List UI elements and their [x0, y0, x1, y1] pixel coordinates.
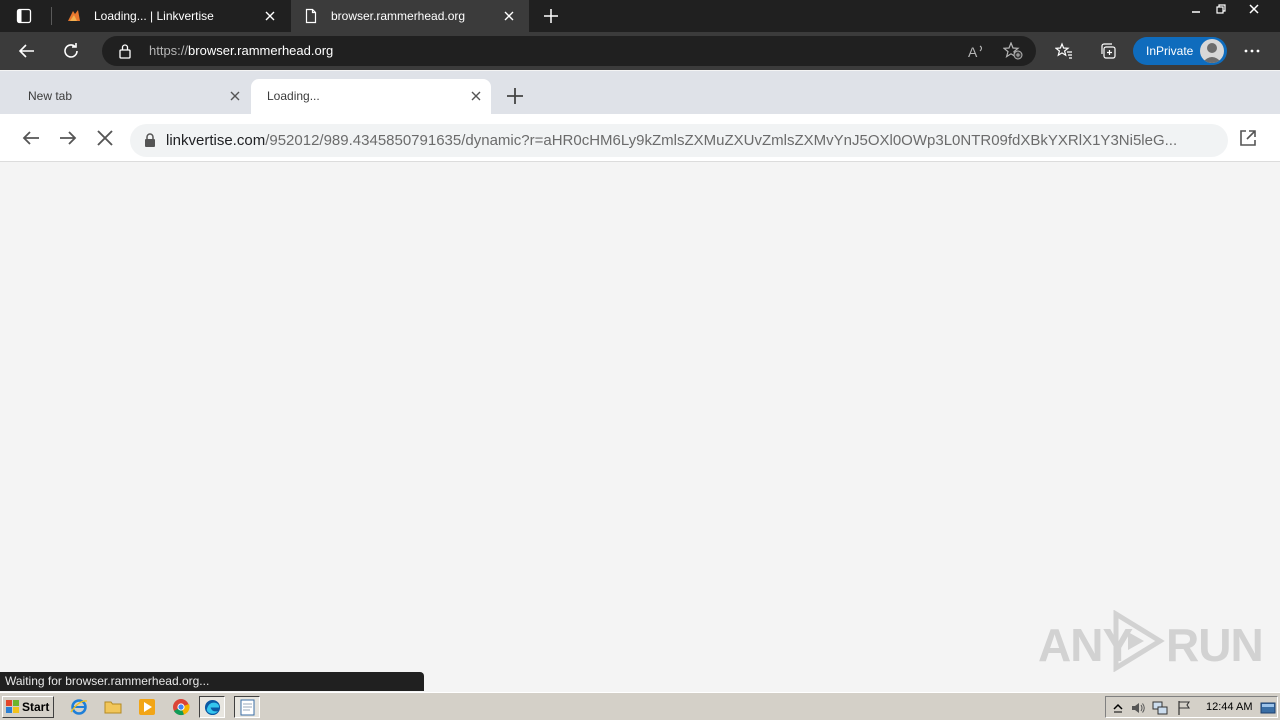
favorites-icon — [1055, 42, 1072, 59]
reload-icon — [64, 43, 78, 58]
close-icon — [1249, 4, 1259, 14]
inprivate-label: InPrivate — [1146, 44, 1194, 58]
start-label: Start — [22, 700, 50, 714]
restore-icon — [1216, 4, 1226, 14]
close-icon[interactable] — [228, 89, 242, 103]
address-bar[interactable]: https://browser.rammerhead.org A — [102, 36, 1036, 66]
notepad-icon — [240, 699, 255, 716]
clock[interactable]: 12:44 AM — [1206, 701, 1252, 713]
edge-tab-bar: Loading... | Linkvertise browser.rammerh… — [0, 0, 1280, 32]
inner-tab-loading[interactable]: Loading... — [251, 79, 491, 114]
inner-stop-button[interactable] — [93, 126, 117, 150]
plus-icon — [544, 9, 558, 23]
edge-toolbar: https://browser.rammerhead.org A InPriva… — [0, 32, 1280, 70]
svg-text:A: A — [968, 44, 978, 59]
tab-actions-button[interactable] — [8, 0, 40, 32]
reload-button[interactable] — [56, 36, 86, 66]
close-icon[interactable] — [469, 89, 483, 103]
lock-icon[interactable] — [144, 133, 156, 147]
address-url[interactable]: https://browser.rammerhead.org — [149, 43, 333, 58]
new-tab-button[interactable] — [538, 3, 564, 29]
favorites-button[interactable] — [1049, 36, 1079, 66]
collections-button[interactable] — [1093, 36, 1123, 66]
media-player-icon[interactable] — [138, 698, 156, 716]
inner-tab-new-tab[interactable]: New tab — [12, 79, 250, 114]
page-favicon — [305, 8, 317, 24]
avatar — [1200, 39, 1224, 63]
inner-address-url[interactable]: linkvertise.com/952012/989.4345850791635… — [166, 132, 1216, 149]
plus-icon[interactable] — [503, 84, 527, 108]
inner-forward-button[interactable] — [56, 126, 80, 150]
flag-icon[interactable] — [1176, 700, 1192, 716]
chrome-icon[interactable] — [172, 698, 190, 716]
settings-more-button[interactable] — [1237, 36, 1267, 66]
inner-address-bar[interactable]: linkvertise.com/952012/989.4345850791635… — [130, 124, 1228, 157]
status-bar: Waiting for browser.rammerhead.org... — [0, 672, 424, 691]
lock-icon[interactable] — [118, 43, 132, 59]
ie-icon[interactable] — [70, 698, 88, 716]
status-text: Waiting for browser.rammerhead.org... — [5, 674, 210, 688]
minimize-button[interactable] — [1183, 0, 1209, 18]
inner-tab-strip: New tab Loading... — [0, 71, 1280, 114]
network-icon[interactable] — [1152, 700, 1168, 716]
edge-taskbar-button[interactable] — [199, 696, 225, 718]
back-icon — [22, 131, 39, 145]
linkvertise-favicon — [68, 10, 80, 21]
stop-icon — [97, 130, 113, 146]
collections-icon — [1101, 43, 1116, 59]
show-desktop-icon[interactable] — [1260, 700, 1276, 716]
explorer-icon[interactable] — [104, 698, 122, 716]
notepad-taskbar-button[interactable] — [234, 696, 260, 718]
inner-tab-title: New tab — [28, 89, 73, 103]
tab-separator — [51, 7, 52, 25]
edge-tab-rammerhead[interactable]: browser.rammerhead.org — [291, 0, 529, 32]
inner-toolbar: linkvertise.com/952012/989.4345850791635… — [0, 114, 1280, 162]
popout-icon[interactable] — [1238, 128, 1258, 148]
edge-tab-linkvertise[interactable]: Loading... | Linkvertise — [54, 0, 290, 32]
inner-tab-title: Loading... — [267, 89, 320, 103]
show-hidden-icons-icon[interactable] — [1110, 700, 1126, 716]
watermark-right-text: RUN — [1166, 619, 1264, 671]
watermark-play-icon — [1113, 610, 1165, 672]
back-button[interactable] — [12, 36, 42, 66]
anyrun-watermark: ANY RUN — [1038, 608, 1264, 672]
close-window-button[interactable] — [1241, 0, 1267, 18]
close-icon[interactable] — [501, 8, 517, 24]
inner-back-button[interactable] — [19, 126, 43, 150]
edge-tab-title: Loading... | Linkvertise — [94, 9, 214, 23]
edge-tab-title: browser.rammerhead.org — [331, 9, 466, 23]
start-button[interactable]: Start — [2, 696, 54, 718]
tab-actions-icon — [16, 8, 32, 24]
taskbar: Start 12:44 AM — [0, 692, 1280, 720]
inprivate-button[interactable]: InPrivate — [1133, 37, 1227, 65]
back-icon — [18, 44, 34, 58]
minimize-icon — [1192, 11, 1200, 13]
volume-icon[interactable] — [1130, 700, 1146, 716]
forward-icon — [60, 131, 77, 145]
restore-button[interactable] — [1208, 0, 1234, 18]
more-icon — [1244, 49, 1260, 53]
edge-icon — [204, 699, 221, 716]
read-aloud-icon[interactable]: A — [968, 43, 986, 59]
system-tray: 12:44 AM — [1105, 696, 1278, 718]
close-icon[interactable] — [262, 8, 278, 24]
windows-logo-icon — [6, 700, 19, 713]
add-favorite-icon[interactable] — [1003, 42, 1023, 60]
